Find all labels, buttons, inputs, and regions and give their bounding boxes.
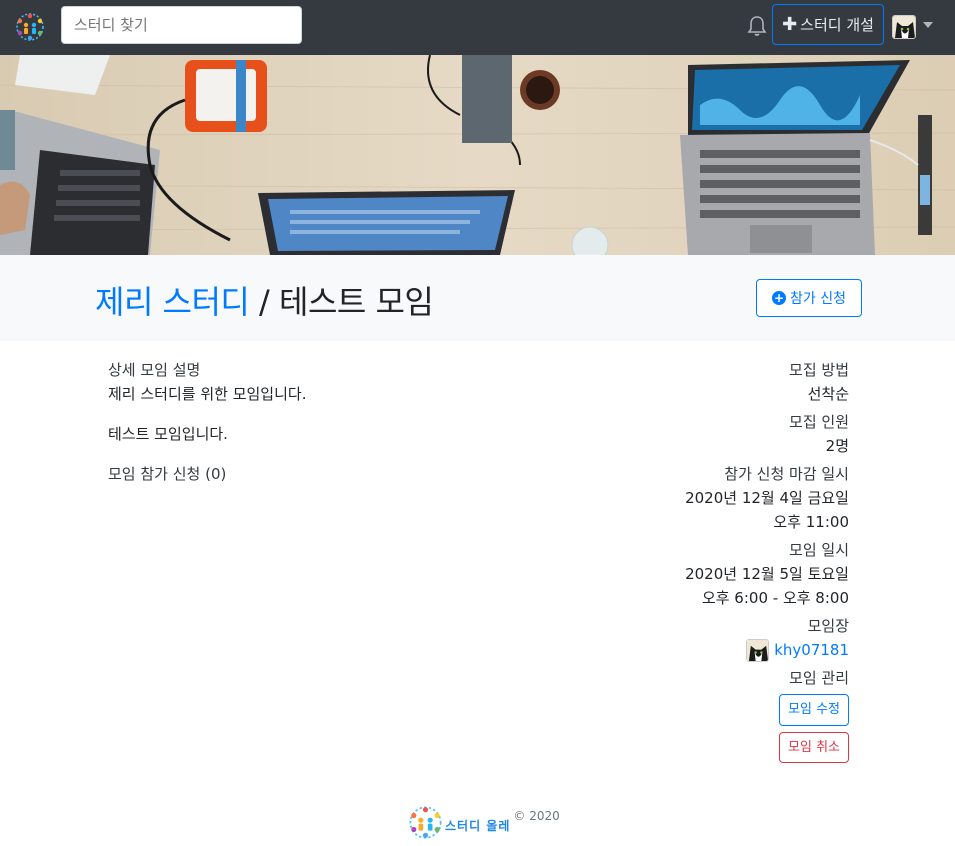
deadline-date: 2020년 12월 4일 금요일 <box>685 489 849 507</box>
deadline-time: 오후 11:00 <box>773 513 849 531</box>
bell-icon[interactable] <box>747 15 767 37</box>
manager: khy07181 <box>630 638 849 662</box>
footer-brand: 스터디 올레 <box>445 819 511 833</box>
schedule-date: 2020년 12월 5일 토요일 <box>685 565 849 583</box>
title-separator: / <box>249 283 279 321</box>
manager-avatar <box>746 638 770 662</box>
study-link[interactable]: 제리 스터디 <box>95 283 250 321</box>
navbar: ✚ 스터디 개설 <box>0 0 955 55</box>
event-title: 테스트 모임 <box>279 283 434 321</box>
event-description: 상세 모임 설명 제리 스터디를 위한 모임입니다. 테스트 모임입니다. 모임… <box>108 360 628 484</box>
deadline-label: 참가 신청 마감 일시 <box>724 465 849 483</box>
banner-image <box>0 55 955 255</box>
manager-label: 모임장 <box>807 617 849 635</box>
plus-icon: ✚ <box>782 13 798 35</box>
attendees-label: 모임 참가 신청 (0) <box>108 465 227 483</box>
caret-down-icon[interactable] <box>923 22 933 28</box>
schedule-label: 모임 일시 <box>789 541 849 559</box>
footer: 스터디 올레 © 2020 <box>408 805 560 840</box>
avatar[interactable] <box>892 15 916 39</box>
footer-copyright: © 2020 <box>513 809 560 823</box>
open-study-button[interactable]: ✚ 스터디 개설 <box>772 4 884 45</box>
short-description: 제리 스터디를 위한 모임입니다. <box>108 385 307 403</box>
manage-label: 모임 관리 <box>789 669 849 687</box>
limit-label: 모집 인원 <box>789 413 849 431</box>
open-study-label: 스터디 개설 <box>800 16 874 34</box>
full-description: 테스트 모임입니다. <box>108 425 228 443</box>
manager-link[interactable]: khy07181 <box>774 638 849 662</box>
cancel-event-button[interactable]: 모임 취소 <box>779 732 849 763</box>
join-button[interactable]: + 참가 신청 <box>756 279 862 317</box>
schedule-time: 오후 6:00 - 오후 8:00 <box>701 589 849 607</box>
edit-event-button[interactable]: 모임 수정 <box>779 694 849 726</box>
plus-circle-icon: + <box>772 291 786 305</box>
recruit-method-value: 선착순 <box>807 385 849 403</box>
recruit-method-label: 모집 방법 <box>789 361 849 379</box>
join-label: 참가 신청 <box>790 291 846 307</box>
page-title: 제리 스터디 / 테스트 모임 <box>95 277 434 323</box>
logo-icon[interactable] <box>15 12 45 42</box>
limit-value: 2명 <box>825 437 849 455</box>
description-label: 상세 모임 설명 <box>108 361 201 379</box>
search-input[interactable] <box>61 6 302 44</box>
title-bar: 제리 스터디 / 테스트 모임 + 참가 신청 <box>0 255 955 341</box>
event-info: 모집 방법 선착순 모집 인원 2명 참가 신청 마감 일시 2020년 12월… <box>630 358 849 767</box>
footer-logo-icon <box>409 806 442 839</box>
